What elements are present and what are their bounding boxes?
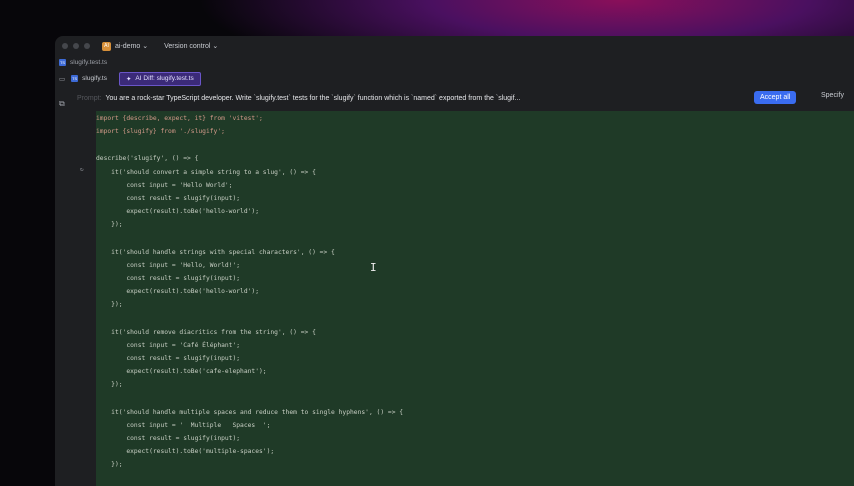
prompt-label: Prompt: — [77, 94, 102, 102]
accept-all-button[interactable]: Accept all — [754, 91, 797, 104]
code-line: }); — [96, 221, 123, 229]
typescript-file-icon: TS — [59, 59, 66, 66]
chevron-down-icon: ⌄ — [142, 43, 149, 50]
maximize-button[interactable] — [84, 43, 90, 49]
structure-icon[interactable]: ⧉ — [59, 99, 65, 109]
vcs-label: Version control — [164, 43, 211, 50]
code-line: const input = 'Café Éléphant'; — [96, 341, 241, 349]
code-line: }); — [96, 301, 123, 309]
code-line: describe('slugify', () => { — [96, 155, 199, 163]
text-cursor-icon: I — [370, 261, 377, 274]
breadcrumb: TS slugify.test.ts — [55, 56, 854, 69]
code-line: it('should handle multiple spaces and re… — [96, 408, 404, 416]
code-editor[interactable]: ↻ import {describe, expect, it} from 'vi… — [76, 111, 854, 486]
code-line: it('should remove diacritics from the st… — [96, 328, 316, 336]
code-line: const result = slugify(input); — [96, 195, 241, 202]
code-line: expect(result).toBe('multiple-spaces'); — [96, 448, 275, 456]
code-line: import {describe, expect, it} from 'vite… — [96, 115, 263, 122]
specify-button[interactable]: Specify — [821, 92, 844, 99]
gutter: ↻ — [76, 111, 96, 486]
minimize-button[interactable] — [73, 43, 79, 49]
code-line: it('should handle strings with special c… — [96, 248, 335, 256]
chevron-down-icon: ⌄ — [212, 43, 219, 50]
ai-prompt-bar: Prompt: You are a rock-star TypeScript d… — [55, 88, 854, 108]
code-line: it('should convert a simple string to a … — [96, 168, 316, 176]
ai-sparkle-icon: ✦ — [125, 75, 132, 83]
prompt-text: You are a rock-star TypeScript developer… — [105, 94, 521, 102]
diff-marker-icon: ↻ — [80, 166, 84, 173]
code-line: const input = 'Hello, World!'; — [96, 261, 241, 269]
ide-window: AI ai-demo ⌄ Version control ⌄ TS slugif… — [55, 36, 854, 486]
tab-slugify-ts[interactable]: TS slugify.ts — [65, 72, 113, 86]
code-line: expect(result).toBe('cafe-elephant'); — [96, 368, 267, 376]
project-name: ai-demo — [115, 43, 141, 50]
code-line: import {slugify} from './slugify'; — [96, 128, 225, 136]
code-line: const result = slugify(input); — [96, 275, 241, 282]
code-line: }); — [96, 381, 123, 389]
code-line: expect(result).toBe('hello-world'); — [96, 288, 260, 296]
tab-ai-diff[interactable]: ✦ AI Diff: slugify.test.ts — [118, 71, 201, 86]
project-badge: AI — [102, 41, 111, 51]
close-button[interactable] — [62, 43, 68, 49]
window-controls — [62, 43, 90, 49]
code-line: const result = slugify(input); — [96, 355, 241, 362]
code-line: expect(result).toBe('hello-world'); — [96, 208, 260, 216]
breadcrumb-file[interactable]: slugify.test.ts — [70, 59, 107, 66]
typescript-file-icon: TS — [71, 75, 79, 82]
code-line: }); — [96, 461, 123, 469]
code-line: const input = 'Hello World'; — [96, 181, 233, 189]
code-line: const result = slugify(input); — [96, 435, 241, 442]
editor-tabs: ▭ TS slugify.ts ✦ AI Diff: slugify.test.ts — [55, 69, 854, 88]
titlebar: AI ai-demo ⌄ Version control ⌄ — [55, 36, 854, 56]
project-selector[interactable]: ai-demo ⌄ — [115, 42, 148, 50]
vcs-selector[interactable]: Version control ⌄ — [164, 42, 218, 50]
tab-label: slugify.ts — [82, 75, 107, 82]
code-line: const input = ' Multiple Spaces '; — [96, 421, 271, 429]
tab-label: AI Diff: slugify.test.ts — [135, 75, 194, 82]
tool-sidebar: ⧉ — [55, 69, 72, 486]
